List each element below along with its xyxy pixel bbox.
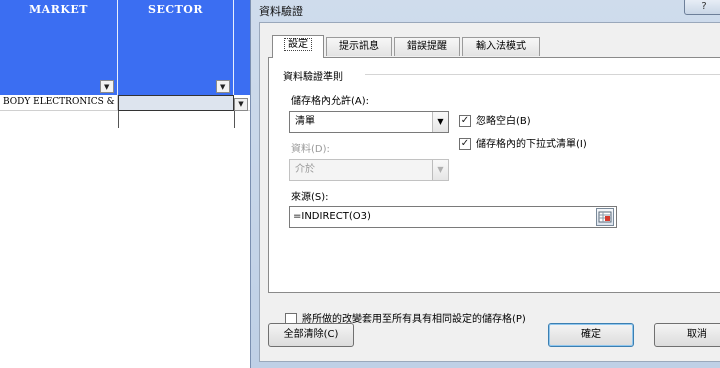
tab-ime-mode[interactable]: 輸入法模式 [462, 37, 540, 56]
tab-input-message[interactable]: 提示訊息 [326, 37, 392, 56]
tab-error-alert[interactable]: 錯誤提醒 [394, 37, 460, 56]
dialog-body: 設定 提示訊息 錯誤提醒 輸入法模式 資料驗證準則 儲存格內允許(A): 清單 … [259, 22, 720, 362]
column-header-market: MARKET ▼ [0, 0, 118, 95]
market-filter-button[interactable]: ▼ [100, 80, 114, 93]
table-row [0, 111, 250, 127]
data-select: 介於 ▼ [289, 159, 449, 181]
cell-dropdown-button[interactable]: ▼ [234, 98, 248, 111]
sector-filter-button[interactable]: ▼ [216, 80, 230, 93]
tab-settings-label: 設定 [284, 38, 312, 51]
filter-arrow-icon: ▼ [220, 82, 226, 91]
spreadsheet: MARKET ▼ SECTOR ▼ BODY ELECTRONICS & ▼ [0, 0, 250, 368]
market-cell[interactable]: BODY ELECTRONICS & [0, 95, 118, 111]
chevron-down-icon[interactable]: ▼ [432, 112, 448, 132]
allow-label: 儲存格內允許(A): [291, 96, 370, 107]
data-value: 介於 [295, 164, 315, 175]
sector-cell-selected[interactable] [118, 95, 234, 111]
in-cell-dropdown-label: 儲存格內的下拉式清單(I) [476, 139, 587, 150]
checkbox-icon: ✓ [459, 138, 471, 150]
column-header-sector: SECTOR ▼ [118, 0, 234, 95]
data-label: 資料(D): [291, 144, 330, 155]
sector-header-label: SECTOR [148, 3, 203, 16]
clear-all-button[interactable]: 全部清除(C) [268, 323, 354, 347]
tab-settings[interactable]: 設定 [272, 35, 324, 58]
help-button[interactable]: ? [684, 0, 720, 15]
filter-arrow-icon: ▼ [104, 82, 110, 91]
checkbox-icon: ✓ [459, 115, 471, 127]
column-header-next [234, 0, 250, 95]
gridline [234, 111, 235, 128]
data-validation-dialog: 資料驗證 ? 設定 提示訊息 錯誤提醒 輸入法模式 資料驗證準則 儲存格內允許(… [250, 0, 720, 368]
in-cell-dropdown-checkbox[interactable]: ✓ 儲存格內的下拉式清單(I) [459, 135, 587, 150]
range-select-icon[interactable] [596, 208, 614, 226]
settings-panel: 資料驗證準則 儲存格內允許(A): 清單 ▼ ✓ 忽略空白(B) ✓ 儲存格內的下拉… [268, 57, 720, 325]
group-divider [365, 74, 720, 75]
table-row: BODY ELECTRONICS & [0, 95, 250, 111]
help-icon: ? [701, 1, 707, 12]
source-label: 來源(S): [291, 192, 329, 203]
allow-select[interactable]: 清單 ▼ [289, 111, 449, 133]
screen: MARKET ▼ SECTOR ▼ BODY ELECTRONICS & ▼ 資… [0, 0, 720, 368]
dialog-title: 資料驗證 [259, 5, 303, 18]
source-input[interactable]: =INDIRECT(O3) [289, 206, 617, 228]
ignore-blank-checkbox[interactable]: ✓ 忽略空白(B) [459, 112, 531, 127]
allow-value: 清單 [295, 116, 315, 127]
chevron-down-icon: ▼ [238, 100, 244, 108]
gridline [118, 111, 119, 128]
ok-button[interactable]: 確定 [548, 323, 634, 347]
market-header-label: MARKET [29, 3, 88, 16]
validation-criteria-heading: 資料驗證準則 [283, 68, 347, 83]
cancel-button[interactable]: 取消 [654, 323, 720, 347]
chevron-down-icon: ▼ [432, 160, 448, 180]
ignore-blank-label: 忽略空白(B) [476, 116, 531, 127]
